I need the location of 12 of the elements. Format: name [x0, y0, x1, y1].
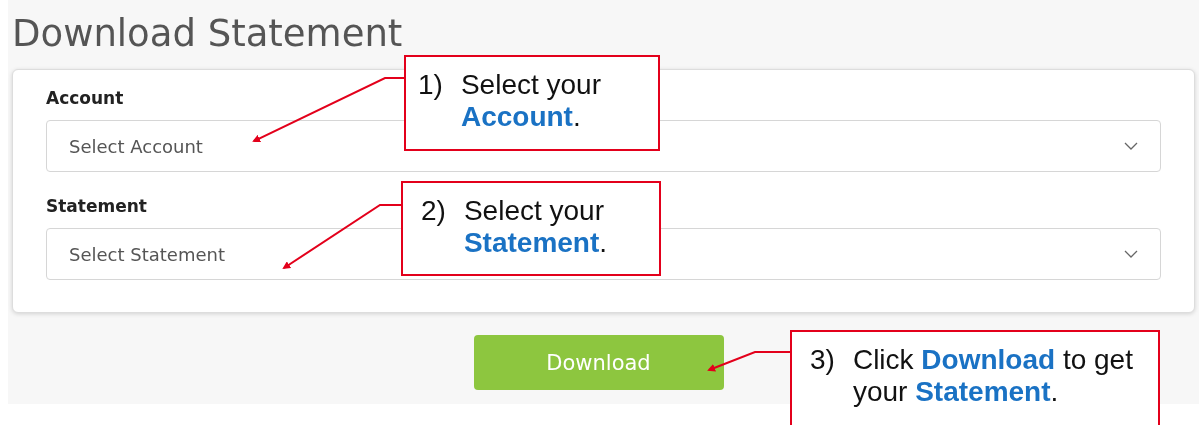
field-label: Account — [46, 88, 124, 108]
chevron-down-icon — [1124, 250, 1138, 258]
callout-text: Click Download to get your Statement. — [852, 344, 1134, 408]
field-label: Statement — [46, 196, 147, 216]
callout-text: Select your Account. — [460, 69, 602, 133]
page-title: Download Statement — [12, 12, 403, 55]
callout-number: 1) — [418, 69, 443, 102]
callout-number: 2) — [421, 195, 446, 228]
callout-number: 3) — [810, 344, 835, 377]
download-button[interactable]: Download — [473, 335, 724, 390]
chevron-down-icon — [1124, 142, 1138, 150]
callout-text: Select your Statement. — [463, 195, 609, 259]
